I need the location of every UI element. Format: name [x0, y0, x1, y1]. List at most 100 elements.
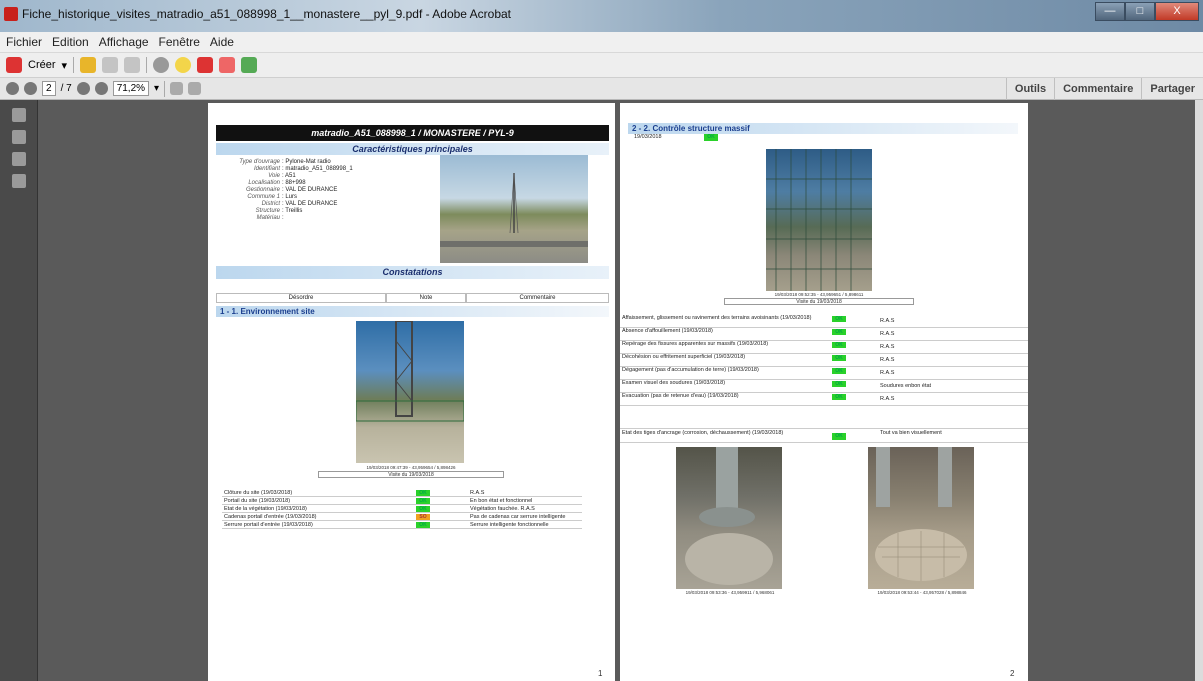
comment-icon[interactable]: [175, 57, 192, 73]
menu-affichage[interactable]: Affichage: [99, 35, 149, 49]
pdf-tool-icon[interactable]: [197, 57, 214, 73]
massif-table: Affaissement, glissement ou ravinement d…: [620, 315, 1028, 406]
anchor-photo-a: [676, 447, 782, 589]
info-key: Identifiant: [253, 166, 280, 172]
table-row: Absence d'affouillement (19/03/2018) OK R.…: [620, 328, 1028, 341]
section-constatations: Constatations: [216, 266, 609, 279]
environment-photo: [356, 321, 464, 463]
bookmark-icon[interactable]: [12, 130, 26, 144]
row-note-badge: OK: [832, 355, 846, 361]
settings-icon[interactable]: [153, 57, 170, 73]
subsection-environnement: 1 - 1. Environnement site: [216, 306, 609, 317]
toolbar-separator: [146, 57, 148, 73]
info-value: VAL DE DURANCE: [285, 201, 338, 207]
info-line: Localisation: 88+998: [222, 180, 305, 187]
info-line: Structure: Treillis: [222, 208, 303, 215]
toolbar-separator: [73, 57, 75, 73]
info-key: Matériau: [256, 215, 280, 221]
table-row: Décohésion ou effritement superficiel (1…: [620, 354, 1028, 367]
next-page-icon[interactable]: [24, 82, 37, 95]
attachment-icon[interactable]: [12, 152, 26, 166]
zoom-in-icon[interactable]: [94, 82, 108, 95]
info-value: A51: [285, 173, 296, 179]
menu-fichier[interactable]: Fichier: [6, 35, 42, 49]
row-comment: Serrure intelligente fonctionnelle: [470, 522, 549, 528]
open-folder-icon[interactable]: [80, 57, 97, 73]
window-controls: — □ X: [1095, 2, 1199, 21]
signature-icon[interactable]: [12, 174, 26, 188]
massif-visit-caption: Visite du 19/03/2018: [724, 298, 914, 305]
row-note-badge: OK: [832, 394, 846, 400]
pages-icon[interactable]: [12, 108, 26, 122]
minimize-button[interactable]: —: [1095, 2, 1125, 21]
menu-edition[interactable]: Edition: [52, 35, 89, 49]
row-note-badge: OK: [832, 329, 846, 335]
row-comment: R.A.S: [880, 357, 895, 363]
header-desordre: Désordre: [216, 293, 386, 303]
anchor-photo-b-caption: 19/03/2018 09:53:44 - 43,957028 / 5,8988…: [877, 590, 967, 595]
save-icon[interactable]: [102, 57, 119, 73]
page-total: / 7: [60, 83, 72, 94]
section-main-characteristics: Caractéristiques principales: [216, 143, 609, 155]
info-line: Voie: A51: [222, 173, 296, 180]
dropdown-icon[interactable]: ▾: [62, 59, 68, 72]
row-comment: R.A.S: [880, 331, 895, 337]
header-note: Note: [386, 293, 466, 303]
row-comment: R.A.S: [880, 396, 895, 402]
table-row: Clôture du site (19/03/2018) OK R.A.S: [222, 489, 582, 497]
pdf-page-1: matradio_A51_088998_1 / MONASTERE / PYL-…: [208, 103, 615, 681]
close-button[interactable]: X: [1155, 2, 1199, 21]
row-label: Décohésion ou effritement superficiel (1…: [622, 354, 746, 360]
table-row: Portail du site (19/03/2018) OK En bon éta…: [222, 497, 582, 505]
row-label: Examen visuel des soudures (19/03/2018): [622, 380, 726, 386]
environment-visit-caption: Visite du 19/03/2018: [318, 471, 504, 478]
visit-date: 19/03/2018: [634, 134, 662, 140]
info-key: Localisation: [248, 180, 280, 186]
zoom-input[interactable]: 71,2%: [112, 81, 150, 96]
table-row: Serrure portail d'entrée (19/03/2018) OK S…: [222, 521, 582, 529]
row-comment: R.A.S: [880, 344, 895, 350]
row-label: Serrure portail d'entrée (19/03/2018): [224, 522, 313, 528]
tools-button[interactable]: Outils: [1005, 78, 1054, 100]
vertical-scrollbar[interactable]: [1195, 100, 1203, 681]
info-value: matradio_A51_088998_1: [285, 166, 353, 172]
row-note-badge: OK: [416, 490, 430, 496]
row-comment: R.A.S: [880, 318, 895, 324]
share-button[interactable]: Partager: [1141, 78, 1203, 100]
info-key: Structure: [255, 208, 280, 214]
page-number-input[interactable]: 2: [42, 81, 56, 96]
create-pdf-icon: [6, 57, 22, 73]
previous-page-icon[interactable]: [6, 82, 19, 95]
info-key: Type d'ouvrage: [239, 159, 280, 165]
pdf-export-icon[interactable]: [219, 57, 236, 73]
info-key: Gestionnaire: [245, 187, 280, 193]
zoom-dropdown-icon[interactable]: ▾: [154, 83, 159, 94]
comment-button[interactable]: Commentaire: [1054, 78, 1141, 100]
table-row: Evacuation (pas de retenue d'eau) (19/03…: [620, 393, 1028, 406]
create-button[interactable]: Créer: [28, 59, 56, 71]
table-row: Examen visuel des soudures (19/03/2018) O…: [620, 380, 1028, 393]
info-value: Lurs: [285, 194, 298, 200]
info-line: Gestionnaire: VAL DE DURANCE: [222, 187, 337, 194]
row-label: Absence d'affouillement (19/03/2018): [622, 328, 713, 334]
page-number: 1: [598, 669, 603, 678]
menu-fenetre[interactable]: Fenêtre: [159, 35, 200, 49]
fit-page-icon[interactable]: [170, 82, 184, 95]
tiges-label: Etat des tiges d'ancrage (corrosion, déc…: [622, 430, 784, 436]
pdf-combine-icon[interactable]: [241, 57, 258, 73]
navigation-pane: [0, 100, 38, 681]
fit-width-icon[interactable]: [188, 82, 202, 95]
task-panes: Outils Commentaire Partager: [1005, 78, 1203, 100]
menu-aide[interactable]: Aide: [210, 35, 234, 49]
zoom-out-icon[interactable]: [76, 82, 90, 95]
menu-bar: Fichier Edition Affichage Fenêtre Aide: [0, 32, 1203, 53]
title-bar: Fiche_historique_visites_matradio_a51_08…: [0, 0, 1203, 32]
maximize-button[interactable]: □: [1125, 2, 1155, 21]
email-icon[interactable]: [124, 57, 141, 73]
row-label: Cadenas portail d'entrée (19/03/2018): [224, 514, 317, 520]
row-note-badge: OK: [832, 368, 846, 374]
row-note-badge: OK: [832, 316, 846, 322]
visit-date-note: OK: [704, 134, 718, 141]
main-toolbar: Créer ▾: [0, 53, 1203, 78]
row-comment: R.A.S: [880, 370, 895, 376]
